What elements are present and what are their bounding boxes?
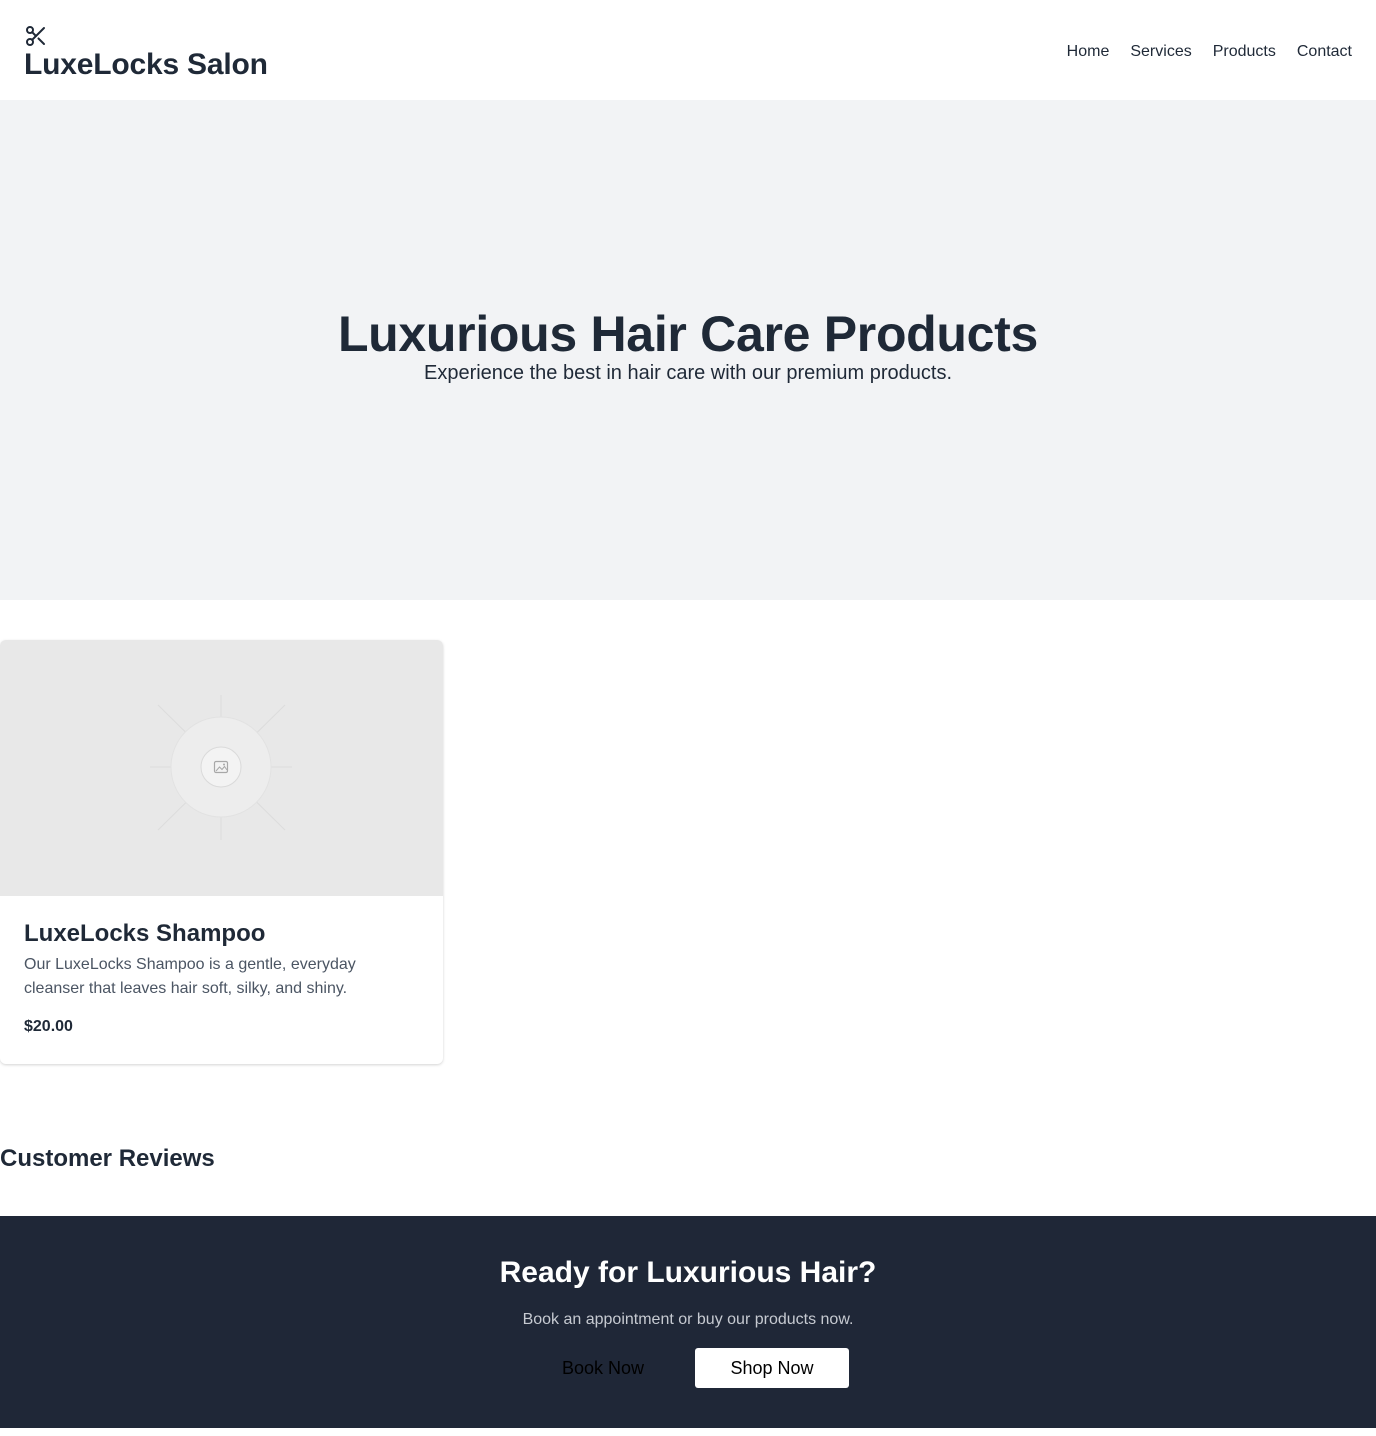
site-header: LuxeLocks Salon Home Services Products C… — [0, 0, 1376, 100]
cta-subtitle: Book an appointment or buy our products … — [522, 1311, 854, 1328]
product-description: Our LuxeLocks Shampoo is a gentle, every… — [24, 956, 356, 997]
shop-now-button[interactable]: Shop Now — [695, 1348, 849, 1388]
cta-section: Ready for Luxurious Hair? Book an appoin… — [0, 1216, 1376, 1428]
main-nav: Home Services Products Contact — [1067, 43, 1352, 61]
reviews-heading: Customer Reviews — [0, 1145, 215, 1172]
nav-link-products[interactable]: Products — [1213, 43, 1276, 61]
hero-section: Luxurious Hair Care Products Experience … — [0, 100, 1376, 600]
cta-title: Ready for Luxurious Hair? — [499, 1256, 877, 1289]
product-image — [0, 640, 443, 896]
nav-link-services[interactable]: Services — [1130, 43, 1191, 61]
hero-title: Luxurious Hair Care Products — [337, 306, 1039, 362]
book-now-button[interactable]: Book Now — [543, 1348, 663, 1388]
product-price: $20.00 — [24, 1018, 73, 1035]
product-card[interactable]: LuxeLocks Shampoo Our LuxeLocks Shampoo … — [0, 640, 443, 1064]
scissors-icon — [24, 24, 48, 48]
brand-name[interactable]: LuxeLocks Salon — [24, 48, 268, 82]
nav-link-home[interactable]: Home — [1067, 43, 1110, 61]
image-placeholder-icon — [150, 695, 292, 840]
product-name: LuxeLocks Shampoo — [24, 920, 266, 947]
hero-subtitle: Experience the best in hair care with ou… — [423, 362, 953, 384]
nav-link-contact[interactable]: Contact — [1297, 43, 1352, 61]
